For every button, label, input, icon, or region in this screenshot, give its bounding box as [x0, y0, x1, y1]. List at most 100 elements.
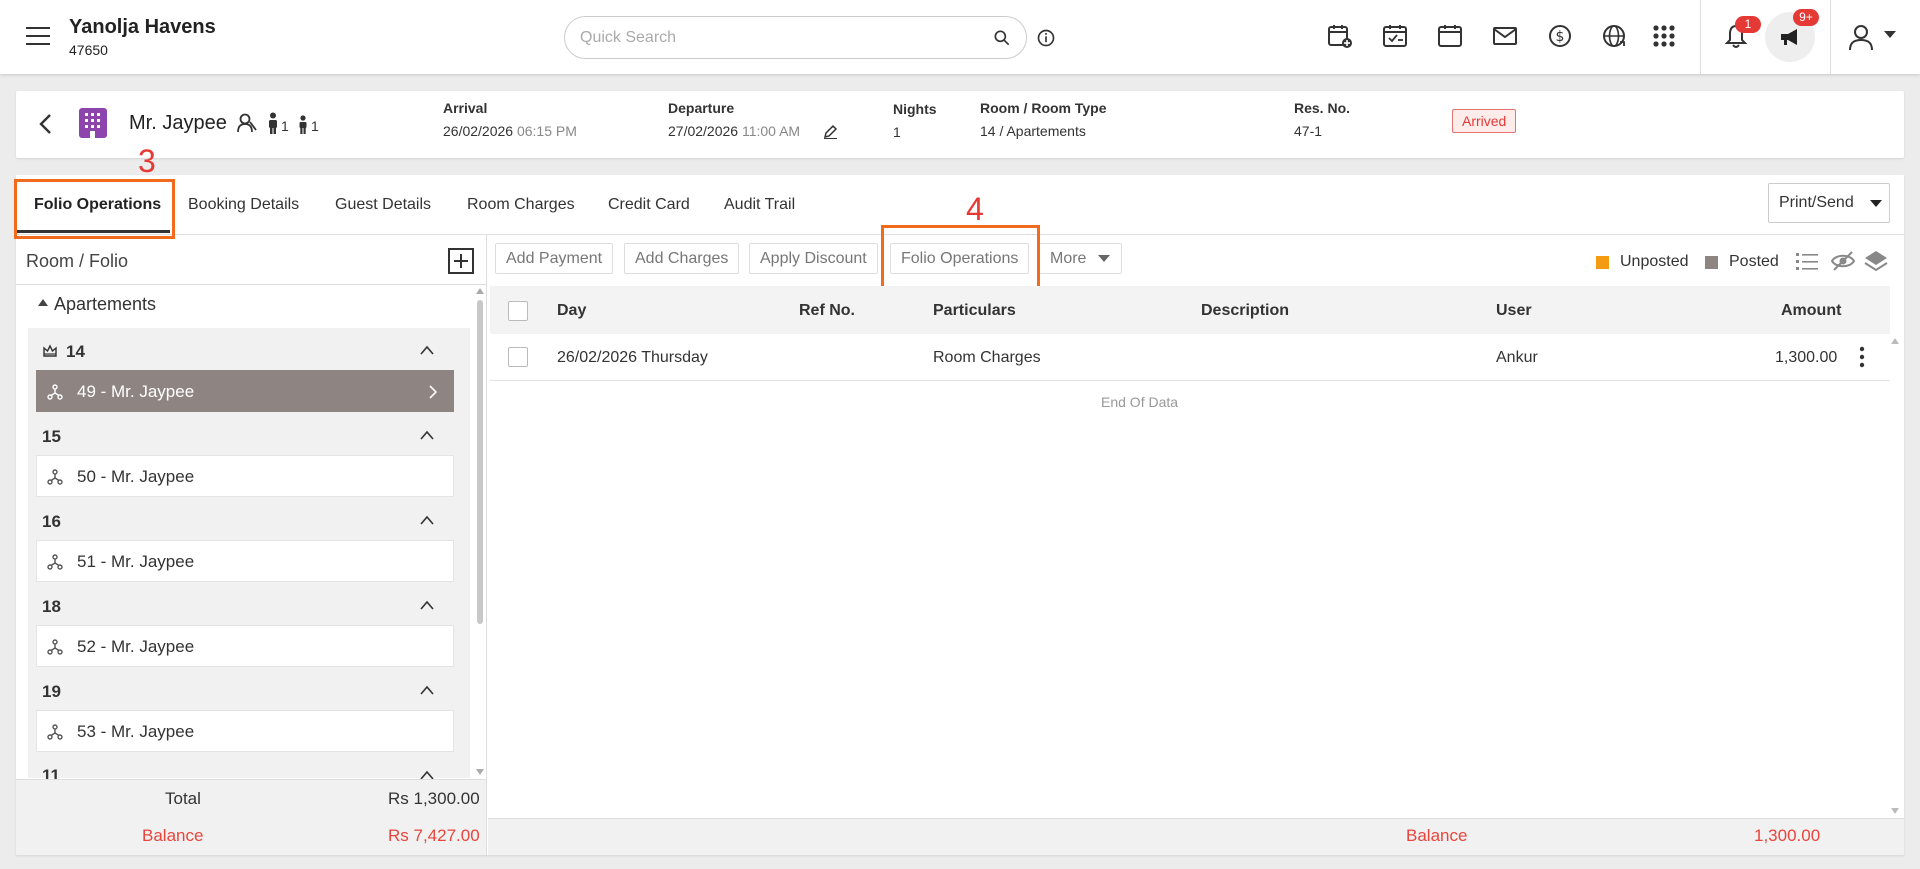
- divider: [16, 284, 486, 285]
- posted-label: Posted: [1729, 253, 1779, 270]
- collapse-chevron-icon[interactable]: [419, 345, 435, 355]
- room-number: 15: [42, 427, 61, 446]
- cell-day: 26/02/2026 Thursday: [557, 349, 708, 366]
- unposted-label: Unposted: [1620, 253, 1689, 270]
- nights-value: 1: [893, 124, 901, 140]
- tab-audit-trail[interactable]: Audit Trail: [724, 196, 795, 214]
- apply-discount-button[interactable]: Apply Discount: [749, 243, 878, 274]
- menu-icon[interactable]: [26, 27, 50, 47]
- collapse-chevron-icon[interactable]: [419, 600, 435, 610]
- scroll-down-icon[interactable]: [476, 769, 484, 775]
- collapse-chevron-icon[interactable]: [419, 515, 435, 525]
- annotation-number-3: 3: [138, 143, 156, 179]
- chevron-right-icon: [429, 385, 438, 399]
- split-icon: [47, 469, 63, 485]
- row-menu-icon[interactable]: [1859, 346, 1865, 368]
- dollar-icon[interactable]: $: [1546, 22, 1574, 50]
- collapse-chevron-icon[interactable]: [419, 685, 435, 695]
- room-number: 11: [42, 766, 60, 779]
- room-type-value: 14 / Apartements: [980, 123, 1086, 139]
- scroll-up-icon[interactable]: [1891, 338, 1899, 344]
- folio-item[interactable]: 50 - Mr. Jaypee: [36, 455, 454, 497]
- plus-icon: [454, 254, 468, 268]
- table-footer: [488, 818, 1904, 855]
- scrollbar-thumb[interactable]: [477, 300, 483, 624]
- caret-down-icon: [1870, 200, 1882, 207]
- folio-item[interactable]: 53 - Mr. Jaypee: [36, 710, 454, 752]
- more-dropdown[interactable]: More: [1039, 243, 1122, 274]
- adult-icon: [269, 112, 277, 134]
- split-icon: [47, 554, 63, 570]
- search-icon[interactable]: [992, 28, 1012, 48]
- column-particulars[interactable]: Particulars: [933, 302, 1016, 320]
- list-view-icon[interactable]: [1795, 251, 1819, 271]
- svg-text:$: $: [1556, 29, 1565, 45]
- total-label: Total: [165, 789, 201, 808]
- calendar-icon[interactable]: [1436, 22, 1464, 50]
- calendar-check-icon[interactable]: [1381, 22, 1409, 50]
- divider: [1700, 0, 1701, 74]
- column-ref-no[interactable]: Ref No.: [799, 302, 855, 320]
- tab-room-charges[interactable]: Room Charges: [467, 196, 575, 214]
- unposted-swatch: [1596, 256, 1609, 269]
- back-arrow-icon[interactable]: [36, 112, 56, 136]
- folio-label: 50 - Mr. Jaypee: [77, 467, 195, 486]
- arrival-time: 06:15 PM: [516, 123, 577, 139]
- add-folio-button[interactable]: [448, 248, 474, 274]
- column-day[interactable]: Day: [557, 302, 586, 320]
- folio-item[interactable]: 52 - Mr. Jaypee: [36, 625, 454, 667]
- scroll-up-icon[interactable]: [476, 288, 484, 294]
- search-input[interactable]: [580, 27, 970, 49]
- end-of-data: End Of Data: [1101, 394, 1179, 410]
- info-icon[interactable]: [1036, 28, 1056, 48]
- scroll-down-icon[interactable]: [1891, 808, 1899, 814]
- calendar-add-icon[interactable]: [1326, 22, 1354, 50]
- footer-balance-label: Balance: [1406, 826, 1468, 845]
- cell-amount: 1,300.00: [1775, 349, 1838, 366]
- add-charges-button[interactable]: Add Charges: [624, 243, 740, 274]
- arrival-label: Arrival: [443, 100, 488, 116]
- departure-value: 27/02/2026 11:00 AM: [668, 123, 800, 139]
- room-number: 18: [42, 597, 61, 616]
- res-no-value: 47-1: [1294, 123, 1323, 139]
- folio-item[interactable]: 49 - Mr. Jaypee: [36, 370, 454, 412]
- split-icon: [47, 384, 63, 400]
- quick-search: [564, 16, 1027, 59]
- column-amount[interactable]: Amount: [1781, 302, 1841, 320]
- adult-count: 1: [281, 118, 289, 134]
- partial-room-row: 11: [28, 764, 470, 779]
- collapse-chevron-icon[interactable]: [419, 430, 435, 440]
- tab-credit-card[interactable]: Credit Card: [608, 196, 690, 214]
- mail-icon[interactable]: [1491, 22, 1519, 50]
- visibility-off-icon[interactable]: [1830, 250, 1856, 272]
- edit-pencil-icon[interactable]: [823, 124, 838, 139]
- room-type-group[interactable]: Apartements: [54, 294, 156, 315]
- column-description[interactable]: Description: [1201, 302, 1289, 320]
- crown-icon: [43, 344, 57, 357]
- res-no-label: Res. No.: [1294, 100, 1351, 116]
- caret-up-icon[interactable]: [38, 298, 48, 306]
- building-icon: [79, 108, 107, 138]
- layers-icon[interactable]: [1864, 249, 1888, 273]
- caret-down-icon: [1098, 255, 1110, 262]
- apps-grid-icon[interactable]: [1650, 22, 1678, 50]
- column-user[interactable]: User: [1496, 302, 1532, 320]
- caret-down-icon[interactable]: [1884, 31, 1896, 39]
- user-avatar-icon[interactable]: [1845, 21, 1877, 53]
- divider: [486, 235, 487, 855]
- select-all-checkbox[interactable]: [508, 301, 528, 321]
- child-count: 1: [311, 118, 319, 134]
- globe-sync-icon[interactable]: [1601, 22, 1629, 50]
- row-checkbox[interactable]: [508, 347, 528, 367]
- tab-guest-details[interactable]: Guest Details: [335, 196, 431, 214]
- print-send-button[interactable]: Print/Send: [1768, 183, 1890, 223]
- collapse-chevron-icon[interactable]: [419, 770, 435, 779]
- add-payment-button[interactable]: Add Payment: [495, 243, 614, 274]
- folio-item[interactable]: 51 - Mr. Jaypee: [36, 540, 454, 582]
- tab-booking-details[interactable]: Booking Details: [188, 196, 299, 214]
- guest-profile-icon[interactable]: [236, 112, 258, 134]
- room-folio-title: Room / Folio: [26, 251, 129, 271]
- annotation-number-4: 4: [966, 191, 984, 227]
- folio-label: 49 - Mr. Jaypee: [77, 382, 195, 401]
- hotel-id: 47650: [69, 42, 108, 58]
